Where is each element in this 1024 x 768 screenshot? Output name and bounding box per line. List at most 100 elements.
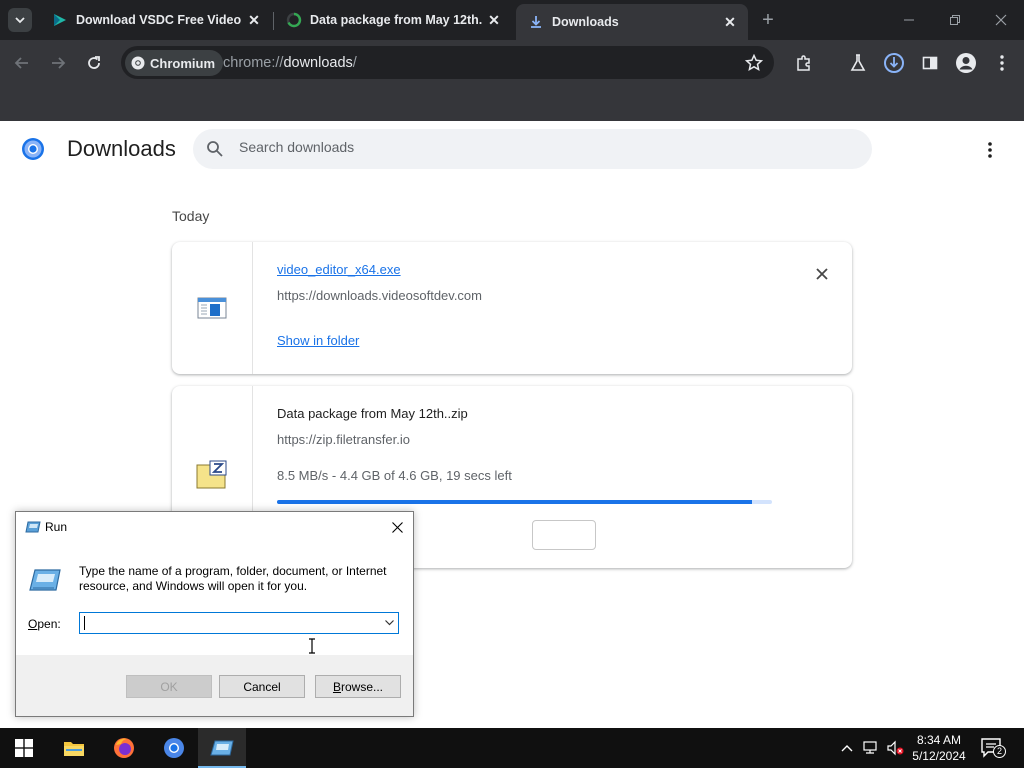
minimize-button[interactable] (886, 0, 932, 40)
close-icon (995, 14, 1007, 26)
tab-title: Data package from May 12th. (310, 13, 482, 27)
action-center-button[interactable]: 2 (978, 736, 1008, 760)
dialog-description: Type the name of a program, folder, docu… (79, 564, 387, 593)
network-icon (863, 741, 877, 754)
close-icon[interactable]: ✕ (718, 10, 742, 34)
download-filename-link[interactable]: video_editor_x64.exe (277, 262, 401, 277)
open-input[interactable] (83, 615, 373, 631)
firefox-icon (114, 738, 134, 758)
back-arrow-icon (14, 57, 28, 69)
run-icon (29, 569, 61, 591)
search-input[interactable] (239, 139, 839, 155)
volume-tray-button[interactable] (885, 738, 905, 758)
show-hidden-icons-button[interactable] (837, 738, 857, 758)
browser-menu-button[interactable] (989, 50, 1015, 76)
download-item: video_editor_x64.exe https://downloads.v… (172, 242, 852, 374)
dialog-body: Type the name of a program, folder, docu… (16, 542, 413, 655)
more-actions-button[interactable] (978, 138, 1002, 162)
profile-button[interactable] (953, 50, 979, 76)
kebab-menu-icon (1000, 55, 1004, 71)
forward-button[interactable] (45, 50, 71, 76)
tab-vsdc[interactable]: Download VSDC Free Video Ed ✕ (40, 4, 272, 36)
bookmark-star-button[interactable] (741, 50, 767, 76)
open-label-text: pen: (37, 617, 61, 631)
browse-accelerator: B (332, 679, 341, 694)
reload-button[interactable] (81, 50, 107, 76)
labs-button[interactable] (845, 50, 871, 76)
url-path: / (352, 55, 357, 71)
ibeam-cursor-icon (309, 638, 315, 654)
network-tray-button[interactable] (861, 738, 881, 758)
zip-file-icon (196, 460, 227, 489)
windows-logo-icon (15, 739, 33, 757)
plus-icon: + (762, 8, 774, 31)
taskbar: 8:34 AM 5/12/2024 2 (0, 728, 1024, 768)
notification-count-badge: 2 (993, 745, 1006, 758)
bookmarks-bar (0, 85, 1024, 121)
dialog-titlebar[interactable]: Run (16, 512, 413, 542)
site-info-chip[interactable]: Chromium (125, 50, 223, 76)
tab-title: Downloads (552, 15, 619, 29)
forward-arrow-icon (52, 57, 66, 69)
clock-date: 5/12/2024 (912, 749, 966, 763)
site-chip-label: Chromium (150, 55, 215, 71)
progress-fill (277, 500, 753, 504)
download-filename[interactable]: Data package from May 12th..zip (277, 406, 468, 421)
taskbar-chromium[interactable] (150, 728, 198, 768)
taskbar-firefox[interactable] (100, 728, 148, 768)
dialog-close-button[interactable] (386, 516, 408, 538)
close-icon[interactable]: ✕ (242, 8, 266, 32)
download-status: 8.5 MB/s - 4.4 GB of 4.6 GB, 19 secs lef… (277, 468, 512, 483)
cancel-download-button[interactable] (532, 520, 596, 550)
new-tab-button[interactable]: + (756, 8, 780, 32)
tab-title: Download VSDC Free Video Ed (76, 13, 242, 27)
download-source-url[interactable]: https://downloads.videosoftdev.com (277, 288, 482, 303)
open-dropdown-button[interactable] (380, 613, 398, 633)
taskbar-clock[interactable]: 8:34 AM 5/12/2024 (906, 732, 972, 764)
folder-icon (64, 742, 84, 756)
restore-button[interactable] (932, 0, 978, 40)
restore-icon (950, 15, 960, 25)
run-dialog: Run Type the name of a program, folder, … (15, 511, 414, 717)
run-icon (25, 521, 41, 533)
cancel-button[interactable]: Cancel (219, 675, 305, 698)
chevron-down-icon (15, 17, 25, 24)
star-icon (745, 54, 763, 72)
volume-muted-icon (887, 740, 904, 756)
run-icon (210, 740, 234, 756)
kebab-menu-icon (988, 142, 992, 158)
open-combobox[interactable] (79, 612, 399, 634)
back-button[interactable] (9, 50, 35, 76)
tab-downloads[interactable]: Downloads ✕ (516, 4, 748, 40)
show-in-folder-link[interactable]: Show in folder (277, 333, 359, 348)
window-close-button[interactable] (978, 0, 1024, 40)
downloads-toolbar-button[interactable] (881, 50, 907, 76)
url-host: downloads (283, 55, 353, 71)
side-panel-icon (922, 56, 938, 70)
remove-download-button[interactable] (812, 264, 832, 284)
download-progress-icon (884, 53, 904, 73)
tab-data-package[interactable]: Data package from May 12th. ✕ (274, 4, 512, 36)
exe-file-icon (197, 297, 227, 319)
browse-button[interactable]: Browse... (315, 675, 401, 698)
tab-strip: Download VSDC Free Video Ed ✕ Data packa… (0, 0, 1024, 40)
taskbar-run[interactable] (198, 728, 246, 768)
ok-button[interactable]: OK (126, 675, 212, 698)
close-icon (816, 268, 828, 280)
extensions-button[interactable] (791, 50, 817, 76)
minimize-icon (904, 19, 914, 21)
browse-label: rowse... (341, 679, 384, 694)
page-title: Downloads (67, 136, 176, 161)
url-text[interactable]: chrome://downloads/ (223, 55, 357, 71)
search-icon (207, 141, 223, 157)
side-panel-button[interactable] (917, 50, 943, 76)
tab-search-button[interactable] (8, 8, 32, 32)
start-button[interactable] (0, 728, 48, 768)
avatar-icon (956, 53, 976, 73)
download-source-url[interactable]: https://zip.filetransfer.io (277, 432, 410, 447)
download-favicon-icon (531, 16, 541, 28)
taskbar-file-explorer[interactable] (50, 728, 98, 768)
close-icon[interactable]: ✕ (482, 8, 506, 32)
downloads-logo-icon (22, 138, 44, 160)
close-icon (391, 521, 403, 533)
